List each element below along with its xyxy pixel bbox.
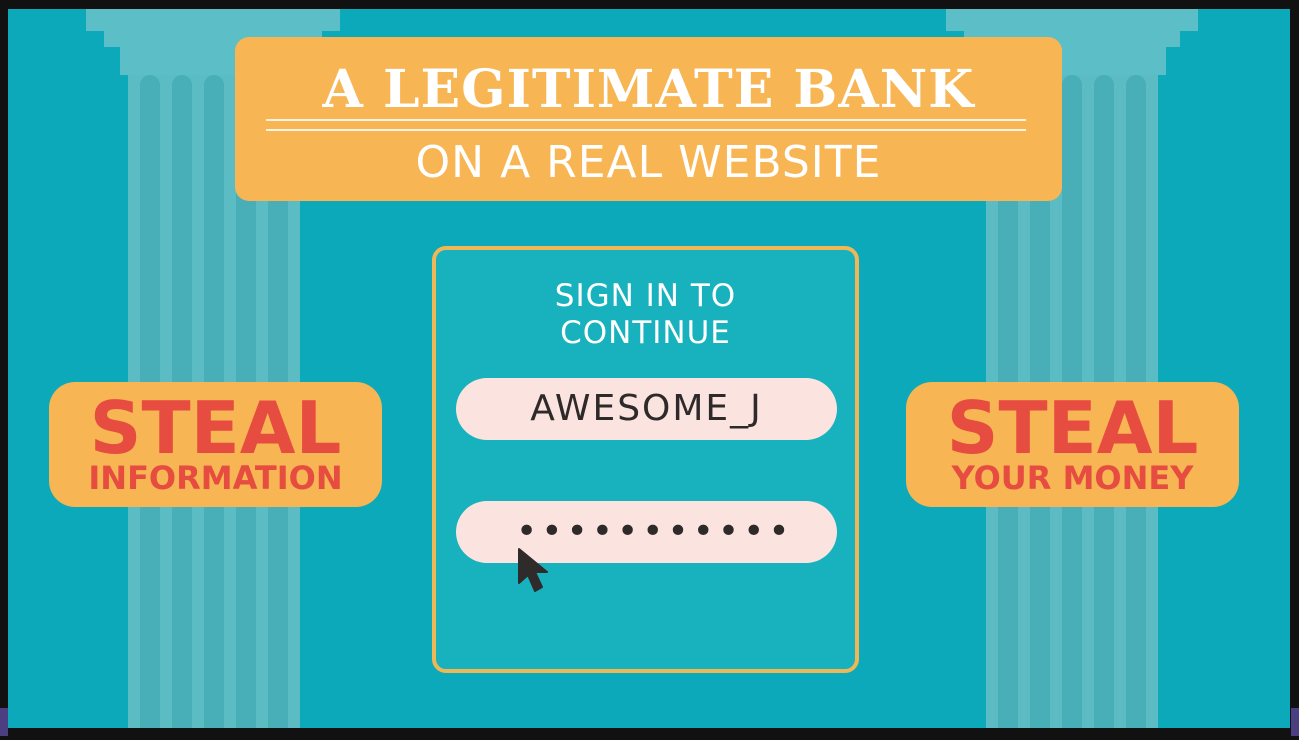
username-field[interactable]: AWESOME_J bbox=[456, 378, 837, 440]
sign-in-heading: SIGN IN TO CONTINUE bbox=[436, 278, 855, 352]
password-value: ••••••••••• bbox=[516, 511, 794, 552]
sign-in-heading-line2: CONTINUE bbox=[560, 315, 731, 351]
username-value: AWESOME_J bbox=[530, 388, 763, 429]
banner-divider-top bbox=[266, 119, 1026, 121]
sign-in-card: SIGN IN TO CONTINUE AWESOME_J ••••••••••… bbox=[432, 246, 859, 673]
badge-left-big-text: STEAL bbox=[89, 386, 342, 470]
illustration-stage: A LEGITIMATE BANK ON A REAL WEBSITE STEA… bbox=[8, 9, 1290, 728]
edge-accent-right bbox=[1291, 708, 1299, 736]
steal-information-badge: STEAL INFORMATION bbox=[49, 382, 382, 507]
left-column-capital-top bbox=[86, 9, 340, 31]
banner-title: A LEGITIMATE BANK bbox=[322, 59, 975, 120]
right-column-capital-top bbox=[946, 9, 1198, 31]
steal-money-badge: STEAL YOUR MONEY bbox=[906, 382, 1239, 507]
badge-right-big-text: STEAL bbox=[946, 386, 1199, 470]
sign-in-heading-line1: SIGN IN TO bbox=[554, 278, 737, 314]
password-field[interactable]: ••••••••••• bbox=[456, 501, 837, 563]
edge-accent-left bbox=[0, 708, 8, 736]
banner-divider-bottom bbox=[266, 129, 1026, 131]
badge-right-small-text: YOUR MONEY bbox=[951, 459, 1194, 497]
badge-left-small-text: INFORMATION bbox=[88, 459, 343, 497]
mouse-pointer-icon bbox=[518, 548, 548, 592]
banner-subtitle: ON A REAL WEBSITE bbox=[415, 137, 882, 188]
bank-banner: A LEGITIMATE BANK ON A REAL WEBSITE bbox=[235, 37, 1062, 201]
